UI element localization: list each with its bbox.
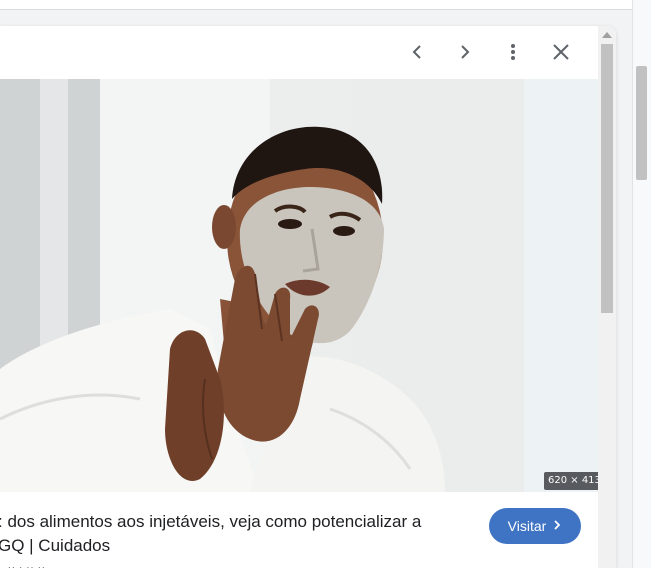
result-source: ... ·· · ·· ··: [0, 560, 46, 568]
result-title[interactable]: : dos alimentos aos injetáveis, veja com…: [0, 510, 468, 558]
top-strip: [0, 0, 633, 10]
visit-button[interactable]: Visitar: [489, 508, 581, 544]
result-info: : dos alimentos aos injetáveis, veja com…: [0, 492, 598, 568]
image-preview-panel: 620 × 413 : dos alimentos aos injetáveis…: [0, 26, 616, 568]
panel-scrollbar[interactable]: [598, 26, 616, 568]
page-scrollbar-thumb[interactable]: [636, 66, 647, 180]
image-area: [0, 79, 598, 492]
previous-button[interactable]: [397, 32, 437, 72]
next-button[interactable]: [445, 32, 485, 72]
chevron-right-icon: [455, 42, 475, 62]
panel-header: [0, 26, 598, 79]
visit-label: Visitar: [507, 518, 547, 534]
chevron-left-icon: [407, 42, 427, 62]
scroll-up-arrow-icon[interactable]: [602, 32, 612, 38]
close-icon: [551, 42, 571, 62]
more-options-button[interactable]: [493, 32, 533, 72]
chevron-right-icon: [552, 518, 562, 534]
page-scrollbar[interactable]: [632, 0, 651, 568]
preview-image[interactable]: [0, 79, 524, 492]
close-button[interactable]: [541, 32, 581, 72]
panel-scrollbar-thumb[interactable]: [601, 44, 613, 313]
more-vert-icon: [503, 42, 523, 62]
image-dimensions-badge: 620 × 413: [544, 472, 605, 490]
